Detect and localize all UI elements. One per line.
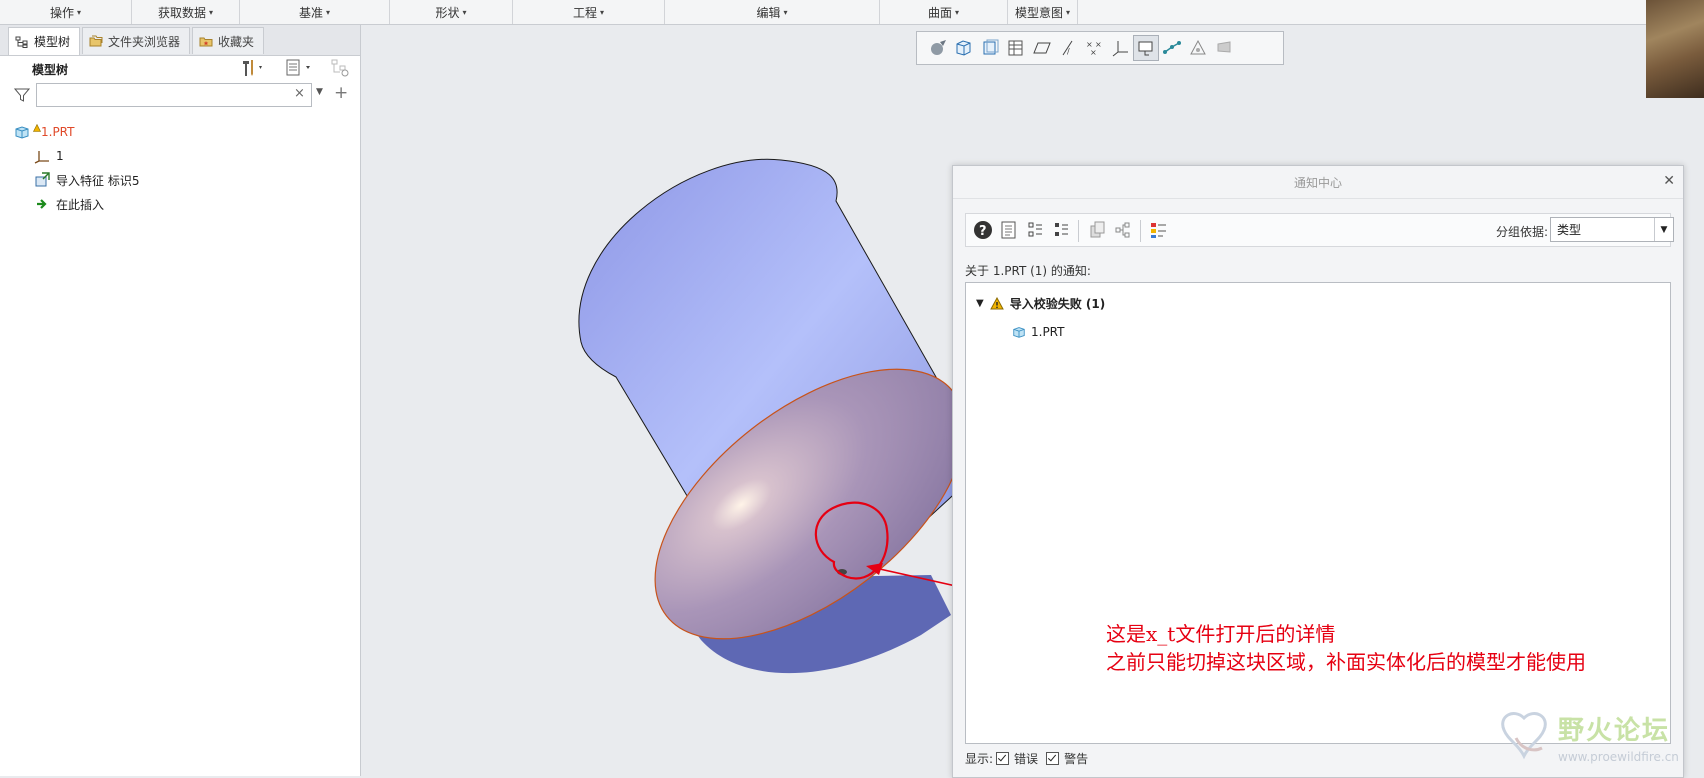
group-by-select[interactable]: 类型 ▼ (1550, 217, 1674, 242)
ribbon-tab-label: 获取数据 (157, 5, 206, 20)
toolbar-divider (1078, 220, 1079, 242)
watermark-title: 野火论坛 (1558, 716, 1671, 746)
chevron-down-icon: ▾ (326, 7, 331, 17)
tree-item-label: 导入特征 标识5 (56, 173, 140, 188)
warnings-label: 警告 (1064, 752, 1089, 766)
details-icon[interactable] (996, 218, 1022, 242)
ribbon-tab-get-data[interactable]: 获取数据 ▾ (132, 0, 240, 24)
notification-context: 关于 1.PRT (1) 的通知: (965, 264, 1091, 278)
tree-settings-icon[interactable] (240, 58, 266, 82)
warnings-checkbox[interactable] (1046, 752, 1060, 765)
filter-row: × ▼ + (14, 83, 354, 109)
coordinate-system-icon (34, 151, 49, 164)
favorites-icon (199, 37, 213, 47)
ribbon-tab-label: 操作 (49, 5, 74, 20)
tree-item-label: 1.PRT (41, 125, 75, 139)
tree-item-part[interactable]: 1.PRT (14, 122, 74, 142)
chevron-down-icon: ▾ (600, 7, 605, 17)
annotation-line-2: 之前只能切掉这块区域，补面实体化后的模型才能使用 (1106, 650, 1586, 674)
ribbon-tab-model-intent[interactable]: 模型意图 ▾ (1008, 0, 1078, 24)
tab-model-tree[interactable]: 模型树 (8, 27, 80, 55)
ribbon-tab-surfaces[interactable]: 曲面 ▾ (880, 0, 1008, 24)
folder-browser-icon (89, 35, 103, 47)
chevron-down-icon: ▾ (209, 7, 214, 17)
watermark-url: www.proewildfire.cn (1558, 750, 1679, 764)
expand-triangle-icon[interactable]: ▼ (976, 298, 984, 309)
chevron-down-icon: ▾ (955, 7, 960, 17)
tree-item-label: 在此插入 (56, 197, 105, 212)
help-icon[interactable]: ? (970, 218, 996, 242)
tab-label: 文件夹浏览器 (108, 34, 181, 49)
import-feature-icon (35, 172, 50, 187)
dialog-title: 通知中心 (953, 166, 1683, 199)
model-tree-panel: 模型树 文件夹浏览器 收藏夹 模型树 × ▼ + 1.PRT 1 导入特征 标识… (0, 25, 361, 776)
chevron-down-icon[interactable]: ▼ (316, 87, 323, 97)
tree-item-insert-here[interactable]: 在此插入 (34, 194, 104, 214)
part-icon (15, 126, 29, 139)
chevron-down-icon: ▾ (77, 7, 82, 17)
ribbon-tab-label: 编辑 (756, 5, 781, 20)
show-label: 显示: (965, 752, 994, 766)
ribbon-tab-label: 曲面 (927, 5, 952, 20)
annotation-line-1: 这是x_t文件打开后的详情 (1106, 622, 1336, 646)
errors-label: 错误 (1014, 752, 1039, 766)
annotation-text: 这是x_t文件打开后的详情 之前只能切掉这块区域，补面实体化后的模型才能使用 (1106, 620, 1666, 676)
filter-icon[interactable] (14, 87, 30, 103)
tab-label: 收藏夹 (218, 34, 255, 49)
insert-here-arrow-icon (37, 199, 47, 209)
panel-title: 模型树 (32, 63, 69, 77)
tab-folder-browser[interactable]: 文件夹浏览器 (82, 27, 190, 54)
ribbon-tab-datum[interactable]: 基准 ▾ (240, 0, 390, 24)
clear-search-icon[interactable]: × (294, 86, 305, 101)
notification-group-label: 导入校验失败 (1) (1009, 297, 1106, 311)
forum-logo-icon (1501, 712, 1547, 760)
ribbon-tab-operations[interactable]: 操作 ▾ (0, 0, 132, 24)
close-icon[interactable]: ✕ (1663, 173, 1675, 189)
ribbon-tab-label: 形状 (435, 5, 460, 20)
tree-item-import-feature[interactable]: 导入特征 标识5 (34, 170, 139, 190)
notification-footer: 显示: 错误 警告 (965, 750, 1088, 767)
notification-item[interactable]: 1.PRT (1012, 325, 1064, 339)
filter-notifications-icon[interactable] (1146, 218, 1172, 242)
chevron-down-icon: ▾ (462, 7, 467, 17)
tab-favorites[interactable]: 收藏夹 (192, 27, 264, 54)
panel-tabs: 模型树 文件夹浏览器 收藏夹 (0, 25, 360, 56)
notification-center-dialog: 通知中心 ✕ ? 分组依据: 类型 ▼ 关于 1.PRT (1) 的通知: ▼ … (952, 165, 1684, 778)
ribbon-tab-label: 基准 (298, 5, 323, 20)
group-by-value: 类型 (1557, 223, 1582, 237)
ribbon-tab-editing[interactable]: 编辑 ▾ (665, 0, 880, 24)
tree-item-csys[interactable]: 1 (34, 146, 64, 166)
tree-filter-disabled-icon[interactable] (330, 58, 350, 82)
svg-text:?: ? (979, 224, 987, 239)
notification-toolbar: ? 分组依据: 类型 ▼ (965, 213, 1674, 247)
tab-label: 模型树 (34, 35, 71, 49)
tree-icon (15, 36, 28, 48)
search-input[interactable] (36, 83, 312, 107)
chevron-down-icon: ▾ (783, 7, 788, 17)
copy-icon[interactable] (1084, 218, 1110, 242)
tree-item-label: 1 (56, 149, 64, 163)
collapse-all-icon[interactable] (1048, 218, 1074, 242)
add-filter-icon[interactable]: + (334, 83, 348, 103)
show-options-icon[interactable] (284, 58, 316, 82)
warning-icon (989, 297, 1004, 310)
ribbon-tab-engineering[interactable]: 工程 ▾ (513, 0, 665, 24)
part-icon (1013, 327, 1025, 338)
toolbar-divider (1140, 220, 1141, 242)
forum-watermark: 野火论坛 www.proewildfire.cn (1494, 706, 1700, 770)
ribbon-tab-shapes[interactable]: 形状 ▾ (390, 0, 513, 24)
ribbon-tab-label: 模型意图 (1014, 5, 1063, 20)
tree-view-icon[interactable] (1110, 218, 1136, 242)
ribbon-bar: 操作 ▾ 获取数据 ▾ 基准 ▾ 形状 ▾ 工程 ▾ 编辑 ▾ 曲面 ▾ 模型意图 ▾ (0, 0, 1646, 25)
group-by-label: 分组依据: (1496, 225, 1549, 239)
notification-group-row[interactable]: ▼ 导入校验失败 (1) (976, 295, 1105, 312)
notification-item-label: 1.PRT (1031, 325, 1065, 339)
ribbon-tab-label: 工程 (572, 5, 597, 20)
expand-all-icon[interactable] (1022, 218, 1048, 242)
chevron-down-icon[interactable]: ▼ (1654, 218, 1673, 241)
cylinder-part[interactable] (578, 158, 1012, 691)
warning-icon (33, 124, 41, 132)
errors-checkbox[interactable] (996, 752, 1010, 765)
chevron-down-icon: ▾ (1066, 7, 1071, 17)
